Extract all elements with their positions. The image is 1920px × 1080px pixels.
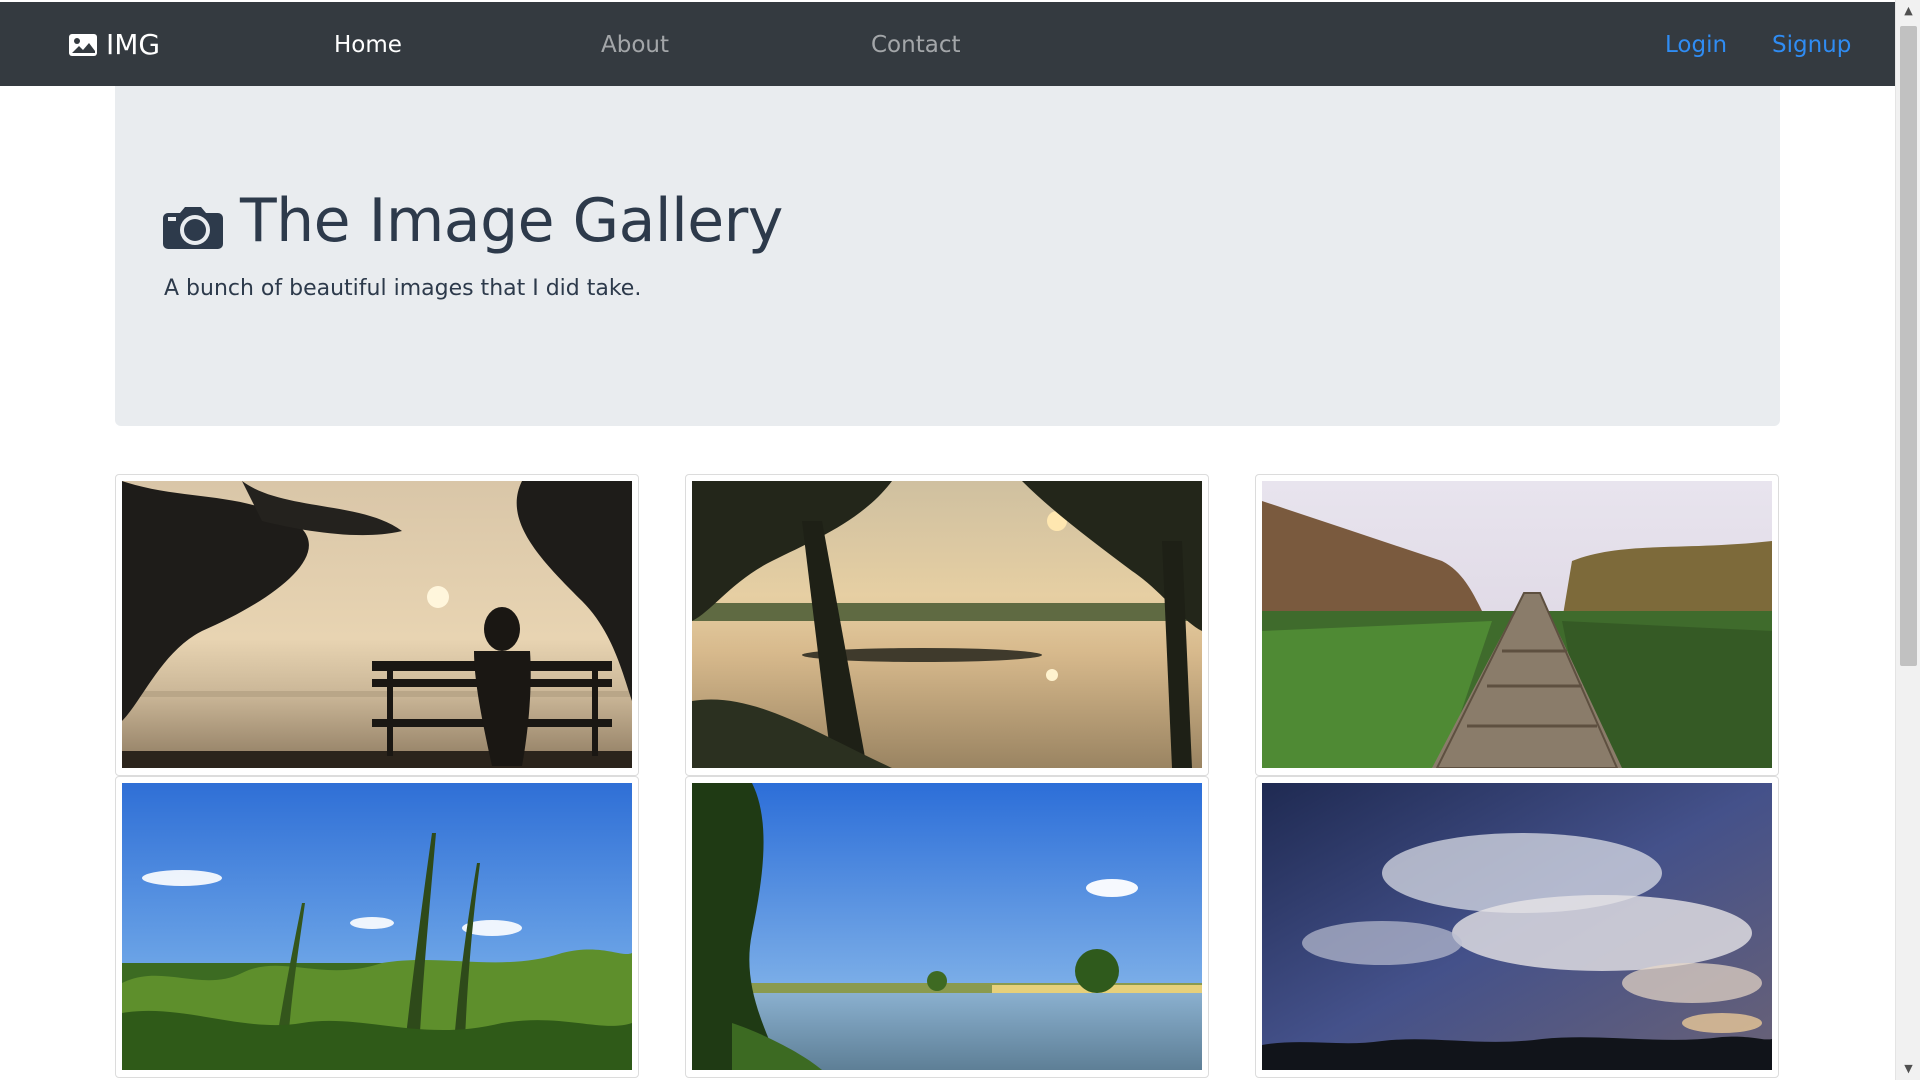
brand-link[interactable]: IMG <box>68 28 160 61</box>
scroll-up-arrow-icon[interactable]: ▲ <box>1896 0 1920 22</box>
vertical-scrollbar[interactable]: ▲ ▼ <box>1895 0 1920 1080</box>
gallery-card[interactable] <box>1255 474 1779 776</box>
scroll-thumb[interactable] <box>1900 26 1917 666</box>
photo-bench-sunset-silhouette[interactable] <box>122 481 632 768</box>
gallery-card[interactable] <box>685 776 1209 1078</box>
title-text: The Image Gallery <box>240 186 783 256</box>
camera-icon <box>162 196 224 249</box>
image-icon <box>68 32 98 58</box>
scroll-down-arrow-icon[interactable]: ▼ <box>1896 1058 1920 1080</box>
login-link[interactable]: Login <box>1665 32 1727 58</box>
hero-jumbotron: The Image Gallery A bunch of beautiful i… <box>115 86 1780 426</box>
photo-lake-sunset-trees[interactable] <box>692 481 1202 768</box>
gallery-card[interactable] <box>115 776 639 1078</box>
photo-wooden-boardwalk[interactable] <box>1262 481 1772 768</box>
gallery-card[interactable] <box>685 474 1209 776</box>
navbar: IMG Home About Contact Login Signup <box>0 2 1895 86</box>
gallery-card[interactable] <box>1255 776 1779 1078</box>
nav-home[interactable]: Home <box>334 32 402 58</box>
photo-grass-blue-sky[interactable] <box>122 783 632 1070</box>
signup-link[interactable]: Signup <box>1772 32 1851 58</box>
page-title: The Image Gallery <box>162 186 783 256</box>
brand-label: IMG <box>106 28 161 61</box>
photo-lake-blue-sky[interactable] <box>692 783 1202 1070</box>
photo-cloudy-dusk-sky[interactable] <box>1262 783 1772 1070</box>
page-viewport: IMG Home About Contact Login Signup The … <box>0 0 1895 1080</box>
gallery-card[interactable] <box>115 474 639 776</box>
nav-contact[interactable]: Contact <box>871 32 960 58</box>
nav-about[interactable]: About <box>601 32 669 58</box>
page-subtitle: A bunch of beautiful images that I did t… <box>164 276 642 301</box>
